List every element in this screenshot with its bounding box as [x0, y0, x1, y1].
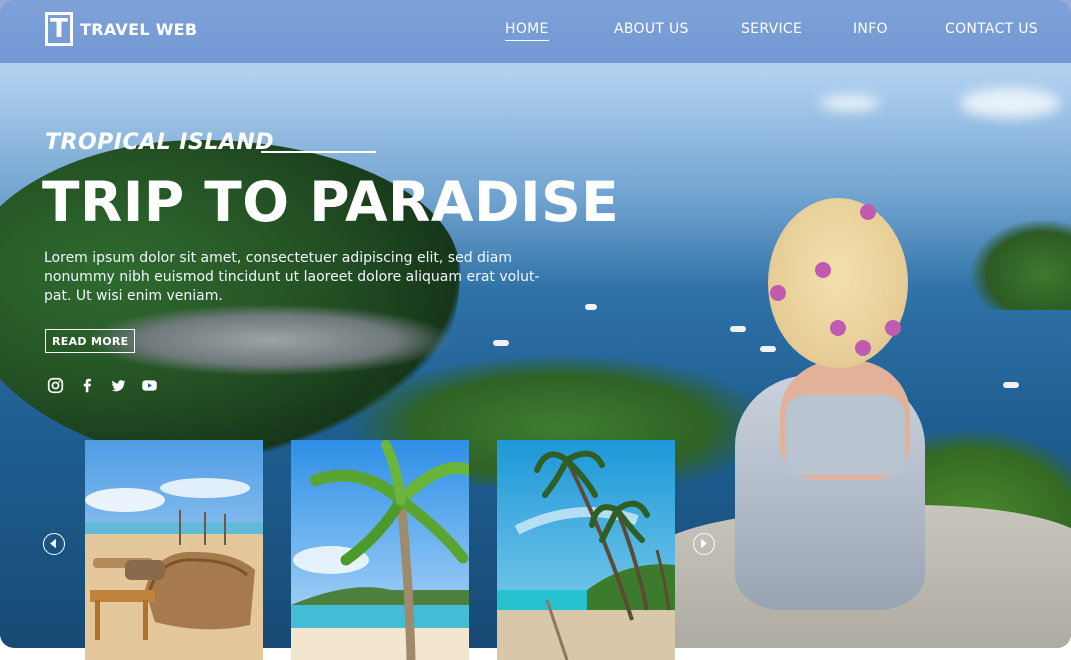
brand-logo[interactable]: T TRAVEL WEB [45, 12, 197, 46]
nav-contact-us[interactable]: CONTACT US [945, 21, 1038, 37]
top-navigation: T TRAVEL WEB HOME ABOUT US SERVICE INFO … [0, 0, 1071, 63]
carousel-prev-button[interactable] [43, 533, 65, 555]
twitter-icon[interactable] [110, 377, 127, 394]
palm-beach-card[interactable] [497, 440, 675, 660]
palm-tree-photo [291, 440, 469, 660]
cloud [820, 95, 880, 111]
hero-description: Lorem ipsum dolor sit amet, consectetuer… [44, 250, 540, 304]
instagram-icon[interactable] [47, 377, 64, 394]
hat-flower [860, 204, 876, 220]
palm-tree-card[interactable] [291, 440, 469, 660]
boat [1003, 382, 1019, 388]
boat [760, 346, 776, 352]
nav-info[interactable]: INFO [853, 21, 888, 37]
hero-headline: TRIP TO PARADISE [42, 170, 620, 234]
boat [585, 304, 597, 310]
logo-mark: T [45, 12, 73, 46]
boat [730, 326, 746, 332]
nav-about-us[interactable]: ABOUT US [614, 21, 689, 37]
nav-home[interactable]: HOME [505, 21, 549, 41]
chevron-left-icon [50, 538, 56, 549]
boat [493, 340, 509, 346]
read-more-button[interactable]: READ MORE [45, 329, 136, 353]
hat-flower [885, 320, 901, 336]
hero-kicker: TROPICAL ISLAND [45, 130, 275, 155]
beach-lounge-photo [85, 440, 263, 660]
woman-top [785, 395, 905, 475]
kicker-divider [261, 151, 376, 153]
brand-name: TRAVEL WEB [80, 19, 198, 39]
hat-flower [855, 340, 871, 356]
youtube-icon[interactable] [141, 377, 158, 394]
chevron-right-icon [701, 538, 707, 549]
palm-beach-photo [497, 440, 675, 660]
sun-hat [768, 198, 908, 368]
hat-flower [815, 262, 831, 278]
facebook-icon[interactable] [79, 377, 96, 394]
right-hill [971, 220, 1071, 310]
carousel-next-button[interactable] [693, 533, 715, 555]
nav-service[interactable]: SERVICE [741, 21, 802, 37]
hat-flower [770, 285, 786, 301]
hat-flower [830, 320, 846, 336]
cloud [960, 88, 1060, 118]
beach-lounge-card[interactable] [85, 440, 263, 660]
